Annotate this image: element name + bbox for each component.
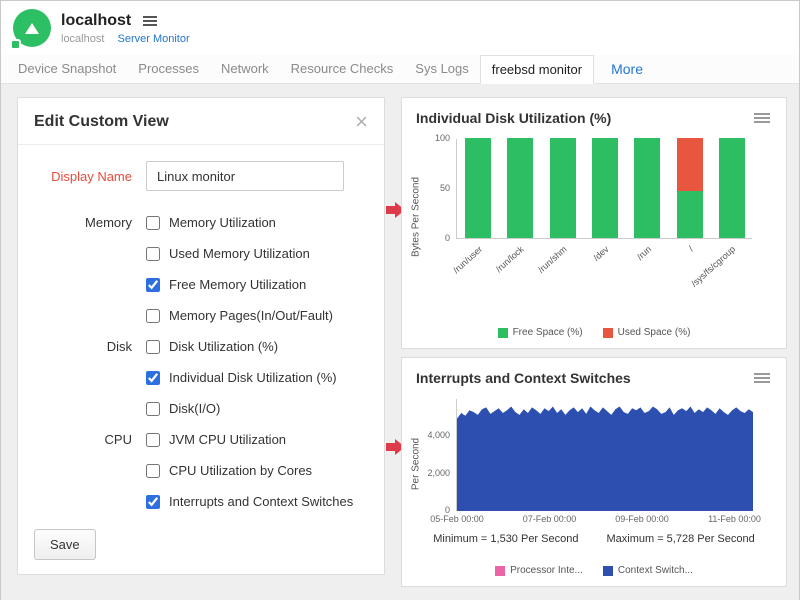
tab-freebsd-monitor[interactable]: freebsd monitor: [480, 55, 594, 84]
tab-device-snapshot[interactable]: Device Snapshot: [7, 55, 127, 83]
checkbox[interactable]: [146, 309, 160, 323]
interrupts-card: Interrupts and Context Switches Per Seco…: [401, 357, 787, 587]
tab-network[interactable]: Network: [210, 55, 280, 83]
option-free-memory-utilization[interactable]: Free Memory Utilization: [146, 277, 306, 292]
min-max-row: Minimum = 1,530 Per Second Maximum = 5,7…: [402, 533, 786, 545]
option-disk-io[interactable]: Disk(I/O): [146, 401, 220, 416]
group-label-cpu: CPU: [18, 432, 146, 447]
tab-bar: Device Snapshot Processes Network Resour…: [1, 55, 799, 84]
display-name-label: Display Name: [18, 169, 146, 184]
group-label-disk: Disk: [18, 339, 146, 354]
option-memory-pages[interactable]: Memory Pages(In/Out/Fault): [146, 308, 333, 323]
chart-title: Interrupts and Context Switches: [416, 370, 631, 386]
checkbox[interactable]: [146, 340, 160, 354]
checkbox[interactable]: [146, 278, 160, 292]
tab-more[interactable]: More: [600, 55, 654, 83]
option-used-memory-utilization[interactable]: Used Memory Utilization: [146, 246, 310, 261]
tab-sys-logs[interactable]: Sys Logs: [404, 55, 479, 83]
checkbox[interactable]: [146, 495, 160, 509]
chart-legend: Processor Inte... Context Switch...: [402, 565, 786, 586]
option-individual-disk-utilization[interactable]: Individual Disk Utilization (%): [146, 370, 337, 385]
option-disk-utilization[interactable]: Disk Utilization (%): [146, 339, 278, 354]
option-row: CPU Utilization by Cores: [18, 455, 384, 486]
option-memory-utilization[interactable]: Memory Utilization: [146, 215, 276, 230]
panel-title: Edit Custom View: [34, 113, 169, 131]
close-icon[interactable]: ×: [355, 114, 368, 130]
legend-item: Context Switch...: [603, 565, 693, 576]
checkbox[interactable]: [146, 433, 160, 447]
chart-legend: Free Space (%) Used Space (%): [402, 327, 786, 348]
display-name-input[interactable]: [146, 161, 344, 191]
bar-chart-area: Bytes Per Second 050100/run/user/run/loc…: [456, 139, 766, 295]
option-row: Disk Disk Utilization (%): [18, 331, 384, 362]
option-row: Memory Memory Utilization: [18, 207, 384, 238]
breadcrumb-host[interactable]: localhost: [61, 33, 104, 45]
option-interrupts-context-switches[interactable]: Interrupts and Context Switches: [146, 494, 353, 509]
area-chart: 02,0004,00005-Feb 00:0007-Feb 00:0009-Fe…: [456, 399, 752, 511]
y-axis-label: Per Second: [411, 438, 422, 490]
content: Edit Custom View × Display Name Memory M…: [1, 84, 799, 600]
monitor-status-up-icon: [13, 9, 51, 47]
option-row: Free Memory Utilization: [18, 269, 384, 300]
checkbox[interactable]: [146, 247, 160, 261]
disk-utilization-card: Individual Disk Utilization (%) Bytes Pe…: [401, 97, 787, 349]
option-row: CPU JVM CPU Utilization: [18, 424, 384, 455]
checkbox[interactable]: [146, 371, 160, 385]
chart-menu-icon[interactable]: [752, 109, 772, 127]
bar-chart: 050100/run/user/run/lock/run/shm/dev/run…: [456, 139, 752, 239]
checkbox[interactable]: [146, 402, 160, 416]
option-jvm-cpu-utilization[interactable]: JVM CPU Utilization: [146, 432, 286, 447]
title-block: localhost localhost Server Monitor: [61, 12, 190, 45]
edit-custom-view-panel: Edit Custom View × Display Name Memory M…: [17, 97, 385, 575]
legend-item: Free Space (%): [498, 327, 583, 338]
minimum-text: Minimum = 1,530 Per Second: [433, 533, 578, 545]
tab-resource-checks[interactable]: Resource Checks: [280, 55, 405, 83]
breadcrumb: localhost Server Monitor: [61, 33, 190, 45]
status-badge: [10, 39, 21, 50]
legend-item: Processor Inte...: [495, 565, 583, 576]
option-cpu-utilization-by-cores[interactable]: CPU Utilization by Cores: [146, 463, 312, 478]
hamburger-menu-icon[interactable]: [143, 14, 157, 28]
panel-body: Display Name Memory Memory Utilization U…: [18, 145, 384, 517]
option-row: Individual Disk Utilization (%): [18, 362, 384, 393]
option-row: Used Memory Utilization: [18, 238, 384, 269]
maximum-text: Maximum = 5,728 Per Second: [606, 533, 754, 545]
chart-menu-icon[interactable]: [752, 369, 772, 387]
checkbox[interactable]: [146, 216, 160, 230]
panel-footer: Save: [18, 517, 384, 574]
header: localhost localhost Server Monitor: [1, 1, 799, 55]
option-row: Disk(I/O): [18, 393, 384, 424]
option-row: Interrupts and Context Switches: [18, 486, 384, 517]
tab-processes[interactable]: Processes: [127, 55, 210, 83]
option-row: Memory Pages(In/Out/Fault): [18, 300, 384, 331]
area-chart-area: Per Second 02,0004,00005-Feb 00:0007-Feb…: [456, 399, 766, 529]
group-label-memory: Memory: [18, 215, 146, 230]
y-axis-label: Bytes Per Second: [411, 177, 422, 257]
page-title: localhost: [61, 12, 131, 30]
save-button[interactable]: Save: [34, 529, 96, 560]
up-arrow-icon: [25, 23, 39, 34]
checkbox[interactable]: [146, 464, 160, 478]
legend-item: Used Space (%): [603, 327, 691, 338]
chart-title: Individual Disk Utilization (%): [416, 110, 611, 126]
breadcrumb-server-monitor[interactable]: Server Monitor: [117, 33, 189, 45]
